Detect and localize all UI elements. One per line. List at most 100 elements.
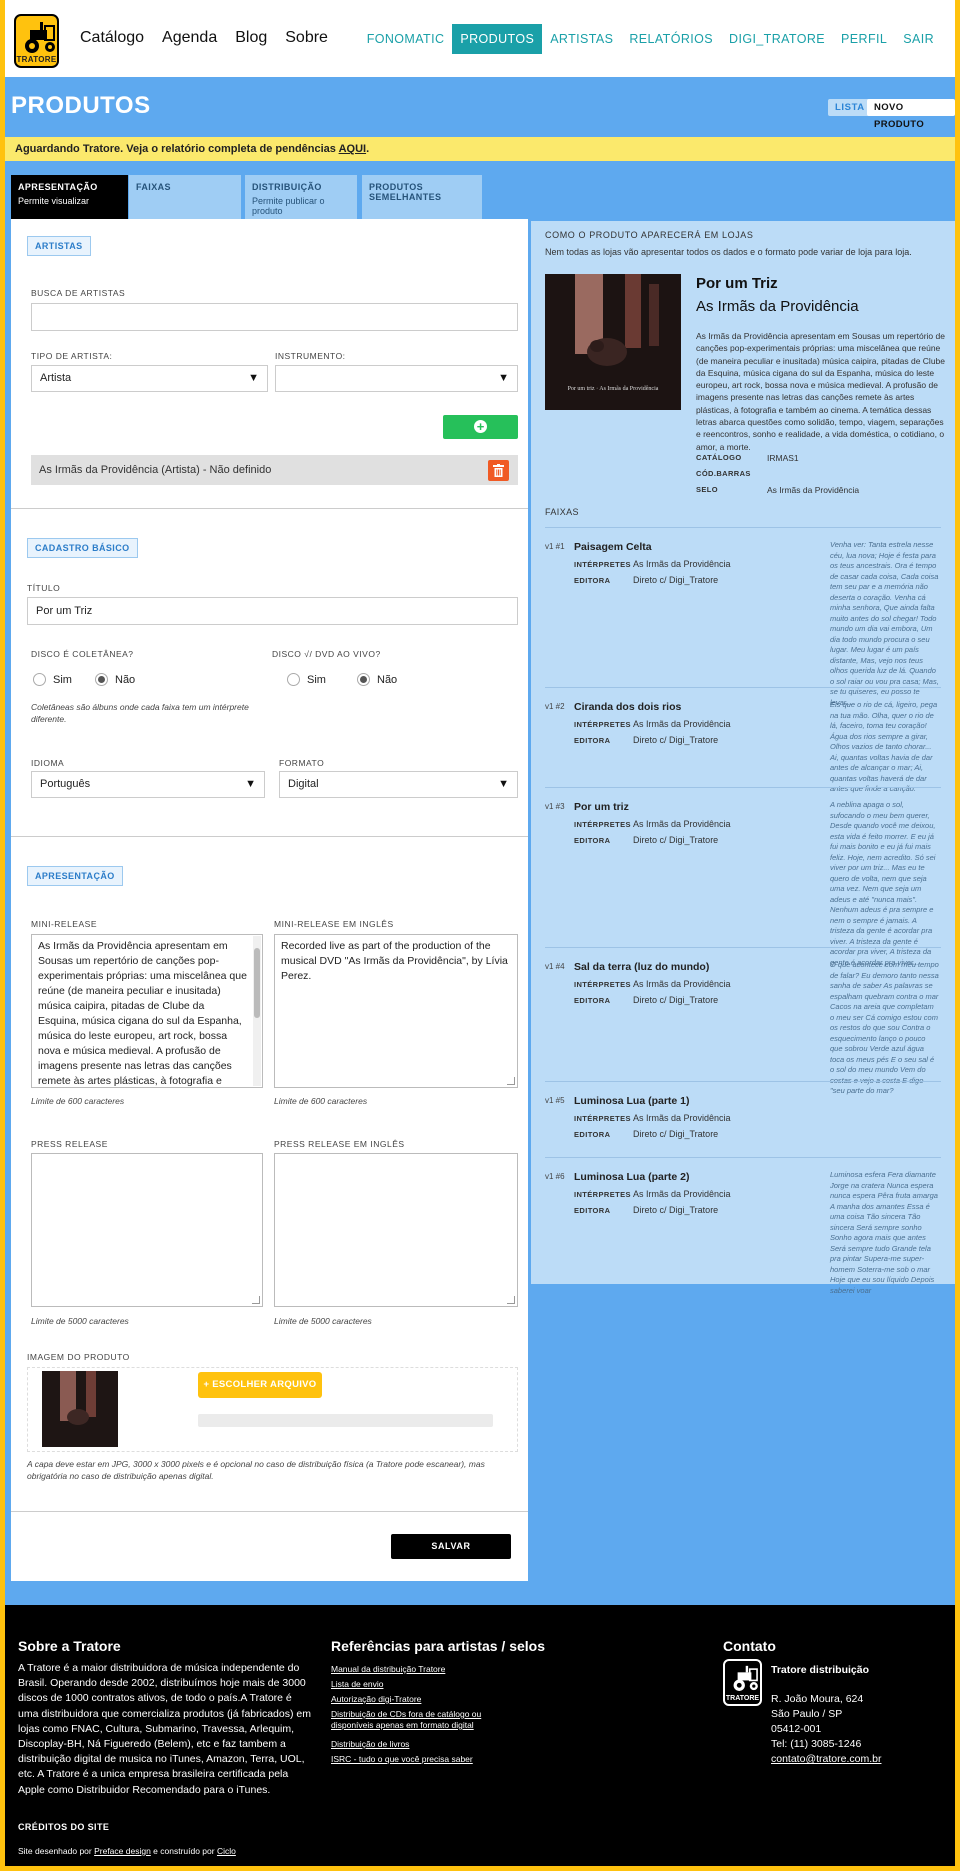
track-number: v1 #1 xyxy=(545,542,565,551)
novo-produto-button[interactable]: NOVO PRODUTO xyxy=(867,99,955,130)
editora-label: EDITORA xyxy=(574,1130,611,1139)
formato-value: Digital xyxy=(288,778,319,790)
busca-artistas-input[interactable] xyxy=(31,303,518,331)
divider xyxy=(11,508,528,509)
editora-label: EDITORA xyxy=(574,1206,611,1215)
contact-title: Contato xyxy=(723,1638,776,1654)
nav-fonomatic[interactable]: FONOMATIC xyxy=(359,24,453,54)
link-cds-fora-catalogo[interactable]: Distribuição de CDs fora de catálogo ou … xyxy=(331,1709,486,1731)
idioma-select[interactable]: Português ▼ xyxy=(31,771,265,798)
instrumento-label: INSTRUMENTO: xyxy=(275,351,346,361)
tab-faixas[interactable]: FAIXAS xyxy=(129,175,241,220)
radio-label: Sim xyxy=(307,673,326,686)
divider xyxy=(11,836,528,837)
press-release-textarea[interactable] xyxy=(31,1153,263,1307)
tab-produtos-semelhantes[interactable]: PRODUTOS SEMELHANTES xyxy=(362,175,482,220)
coletanea-nao-radio[interactable]: Não xyxy=(95,673,135,686)
nav-blog[interactable]: Blog xyxy=(235,29,267,47)
mini-release-text: As Irmãs da Providência apresentam em So… xyxy=(38,940,247,1087)
add-artist-button[interactable]: + xyxy=(443,415,518,439)
mini-release-textarea[interactable]: As Irmãs da Providência apresentam em So… xyxy=(31,934,263,1088)
choose-file-button[interactable]: + ESCOLHER ARQUIVO xyxy=(198,1372,322,1398)
link-lista-envio[interactable]: Lista de envio xyxy=(331,1679,486,1690)
tab-title: APRESENTAÇÃO xyxy=(18,182,98,192)
press-release-limit: Limite de 5000 caracteres xyxy=(31,1316,129,1326)
scrollbar[interactable] xyxy=(253,936,261,1086)
editora-label: EDITORA xyxy=(574,836,611,845)
track-number: v1 #6 xyxy=(545,1172,565,1181)
track-number: v1 #3 xyxy=(545,802,565,811)
link-livros[interactable]: Distribuição de livros xyxy=(331,1739,486,1750)
interpretes-label: INTÉRPRETES xyxy=(574,820,631,829)
track-lyrics: O que acontece com meu tempo de falar? E… xyxy=(830,960,939,1095)
link-autorizacao[interactable]: Autorização digi-Tratore xyxy=(331,1694,486,1705)
delete-artist-button[interactable] xyxy=(488,460,509,481)
image-upload-area[interactable]: + ESCOLHER ARQUIVO xyxy=(27,1367,518,1452)
about-text: A Tratore é a maior distribuidora de mús… xyxy=(18,1662,311,1796)
interpretes-label: INTÉRPRETES xyxy=(574,980,631,989)
nav-digi-tratore[interactable]: DIGI_TRATORE xyxy=(721,24,833,54)
dvd-nao-radio[interactable]: Não xyxy=(357,673,397,686)
formato-select[interactable]: Digital ▼ xyxy=(279,771,518,798)
link-isrc[interactable]: ISRC - tudo o que você precisa saber xyxy=(331,1754,486,1765)
meta-value-catalogo: IRMAS1 xyxy=(767,453,799,463)
mini-release-en-text: Recorded live as part of the production … xyxy=(281,940,508,982)
refs-title: Referências para artistas / selos xyxy=(331,1638,546,1654)
tratore-logo[interactable]: TRATORE xyxy=(14,14,59,68)
nav-agenda[interactable]: Agenda xyxy=(162,29,217,47)
nav-perfil[interactable]: PERFIL xyxy=(833,24,895,54)
nav-relatorios[interactable]: RELATÓRIOS xyxy=(621,24,721,54)
nav-sair[interactable]: SAIR xyxy=(895,24,942,54)
titulo-input[interactable]: Por um Triz xyxy=(27,597,518,625)
titulo-label: TÍTULO xyxy=(27,583,61,593)
mini-release-en-textarea[interactable]: Recorded live as part of the production … xyxy=(274,934,518,1088)
tab-subtitle: Permite publicar o produto xyxy=(252,196,325,216)
track-name: Paisagem Celta xyxy=(574,541,652,553)
product-form: ARTISTAS BUSCA DE ARTISTAS TIPO DE ARTIS… xyxy=(11,219,528,1581)
radio-circle xyxy=(33,673,46,686)
track-lyrics: A neblina apaga o sol, sufocando o meu b… xyxy=(830,800,936,967)
designer-link[interactable]: Preface design xyxy=(94,1846,151,1856)
save-button[interactable]: SALVAR xyxy=(391,1534,511,1559)
instrumento-select[interactable]: ▼ xyxy=(275,365,518,392)
coletanea-sim-radio[interactable]: Sim xyxy=(33,673,72,686)
contact-email[interactable]: contato@tratore.com.br xyxy=(771,1753,881,1765)
editora-value: Direto c/ Digi_Tratore xyxy=(633,575,719,585)
lista-button[interactable]: LISTA xyxy=(828,99,872,116)
resize-handle[interactable] xyxy=(507,1077,515,1085)
contact-phone: Tel: (11) 3085-1246 xyxy=(771,1738,862,1750)
trash-icon xyxy=(493,464,504,477)
nav-sobre[interactable]: Sobre xyxy=(285,29,328,47)
product-artist: As Irmãs da Providência xyxy=(696,298,859,315)
resize-handle[interactable] xyxy=(507,1296,515,1304)
builder-link[interactable]: Ciclo xyxy=(217,1846,236,1856)
tab-distribuicao[interactable]: DISTRIBUIÇÃO Permite publicar o produto xyxy=(245,175,357,220)
radio-circle-selected xyxy=(357,673,370,686)
top-bar: TRATORE Catálogo Agenda Blog Sobre FONOM… xyxy=(5,0,955,77)
faixas-heading: FAIXAS xyxy=(545,507,579,517)
resize-handle[interactable] xyxy=(252,1296,260,1304)
logo-label: TRATORE xyxy=(725,1695,760,1702)
tab-title: FAIXAS xyxy=(136,182,171,192)
caret-down-icon: ▼ xyxy=(498,778,509,790)
press-release-label: PRESS RELEASE xyxy=(31,1139,108,1149)
editora-label: EDITORA xyxy=(574,996,611,1005)
image-hint: A capa deve estar em JPG, 3000 x 3000 pi… xyxy=(27,1459,485,1481)
nav-artistas[interactable]: ARTISTAS xyxy=(542,24,621,54)
product-description: As Irmãs da Providência apresentam em So… xyxy=(696,331,945,452)
press-release-en-textarea[interactable] xyxy=(274,1153,518,1307)
track-item: v1 #5 Luminosa Lua (parte 1) INTÉRPRETES… xyxy=(545,1081,941,1157)
scrollbar-thumb[interactable] xyxy=(254,948,260,1018)
notice-link[interactable]: AQUI xyxy=(339,143,367,155)
credit-prefix: Site desenhado por xyxy=(18,1846,95,1856)
nav-produtos[interactable]: PRODUTOS xyxy=(452,24,543,54)
link-manual[interactable]: Manual da distribuição Tratore xyxy=(331,1664,486,1675)
contact-name: Tratore distribuição xyxy=(771,1664,870,1676)
interpretes-label: INTÉRPRETES xyxy=(574,560,631,569)
tipo-artista-select[interactable]: Artista ▼ xyxy=(31,365,268,392)
album-cover: Por um triz · As Irmãs da Providência xyxy=(545,274,681,410)
dvd-sim-radio[interactable]: Sim xyxy=(287,673,326,686)
tab-apresentacao[interactable]: APRESENTAÇÃO Permite visualizar xyxy=(11,175,128,220)
nav-catalogo[interactable]: Catálogo xyxy=(80,29,144,47)
track-name: Luminosa Lua (parte 2) xyxy=(574,1171,690,1183)
